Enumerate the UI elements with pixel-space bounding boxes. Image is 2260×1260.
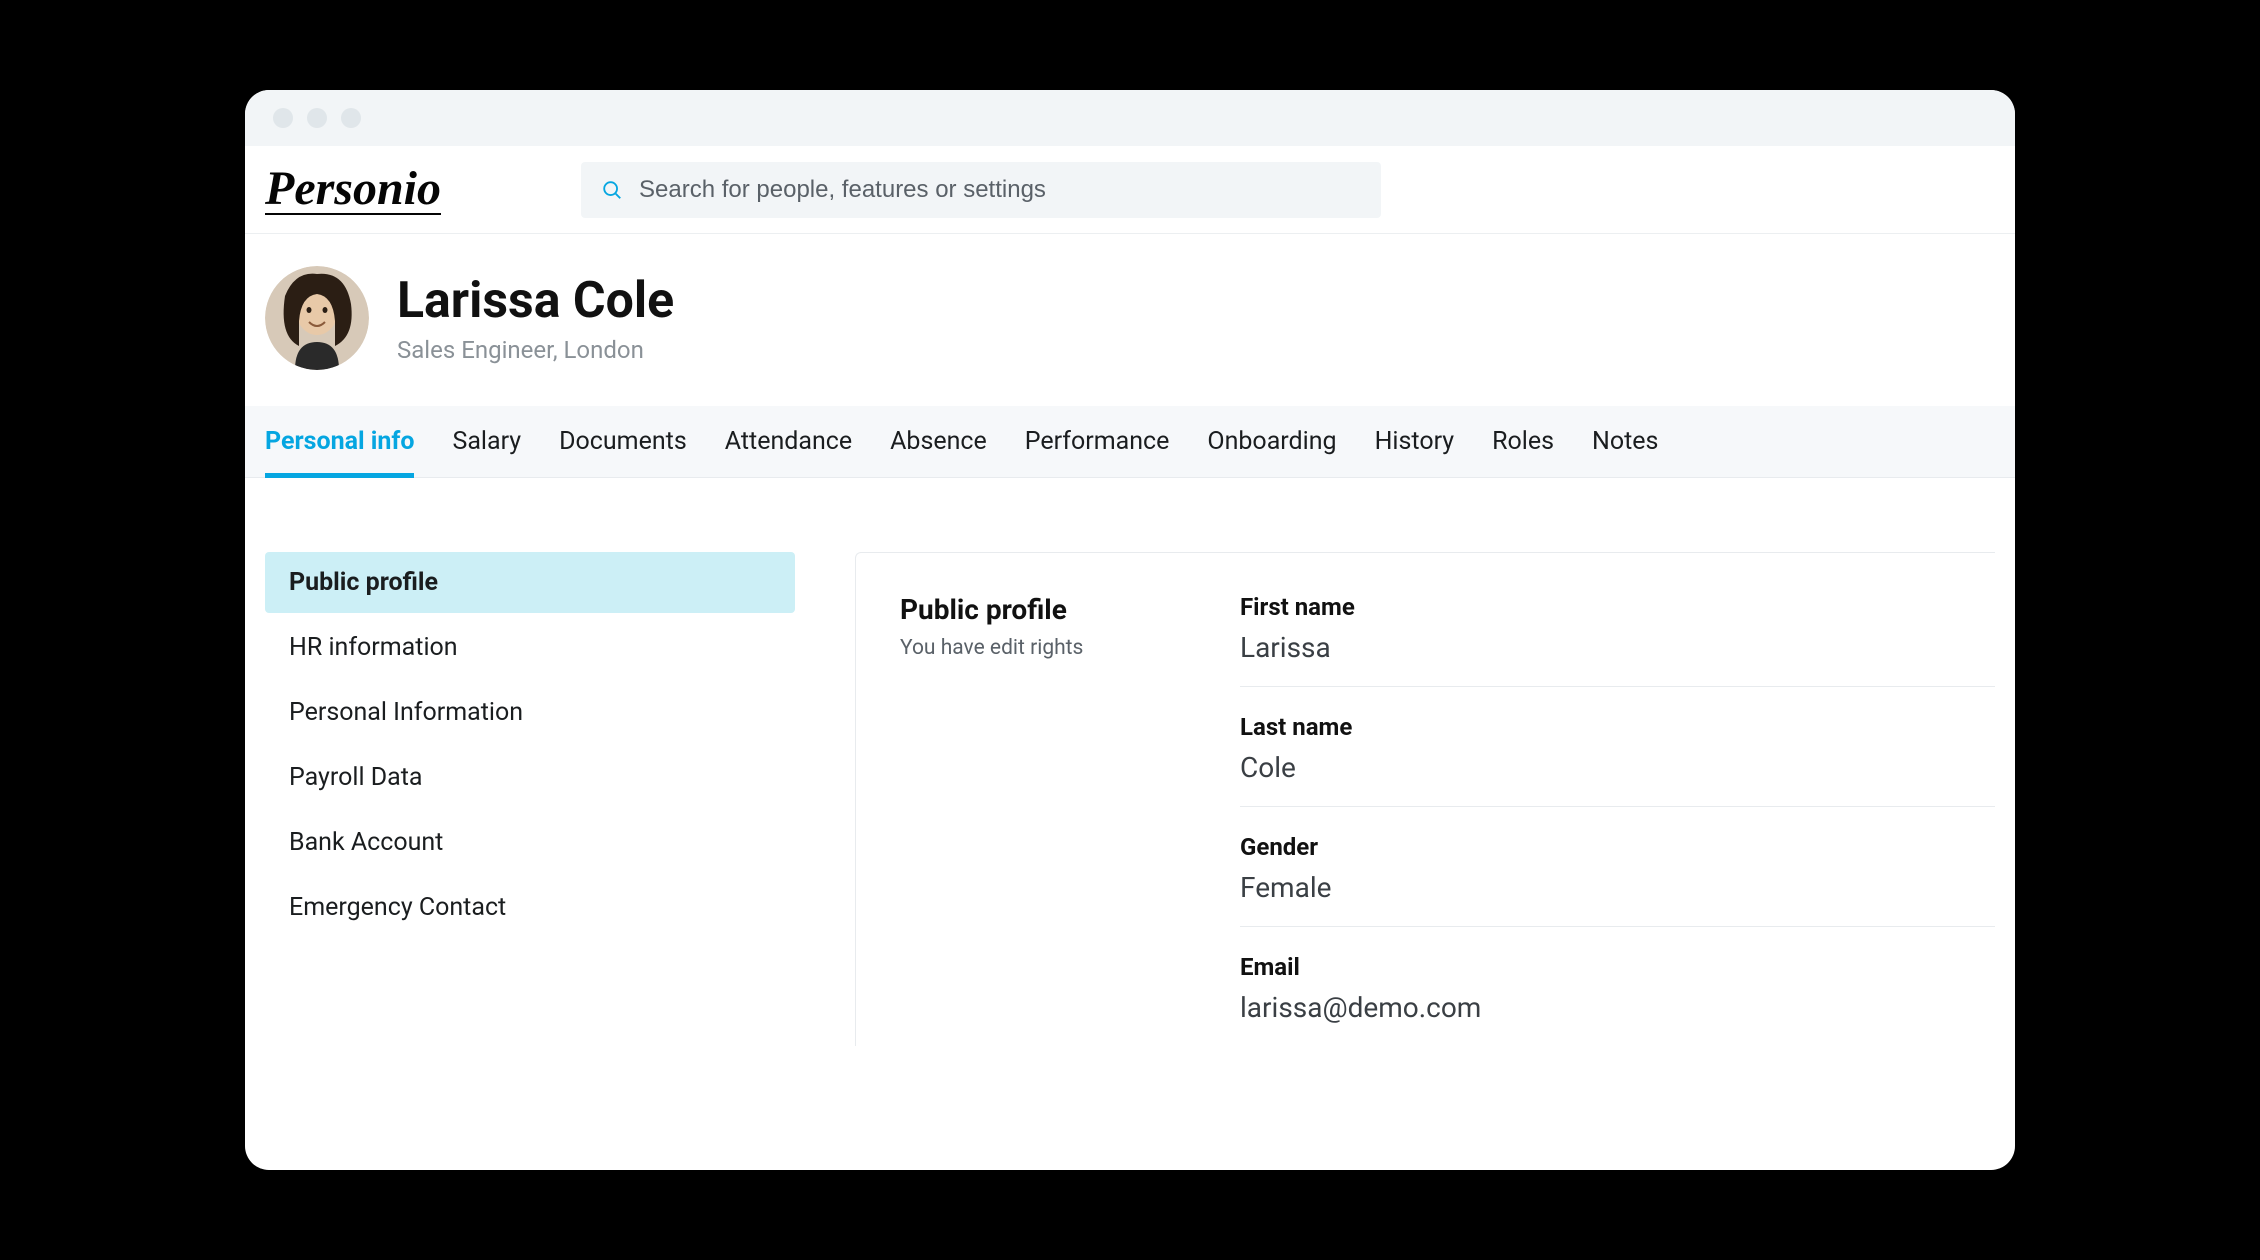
panel-heading: Public profile You have edit rights: [900, 593, 1160, 1046]
tab-roles[interactable]: Roles: [1492, 406, 1554, 477]
topbar: Personio: [245, 146, 2015, 234]
detail-panel: Public profile You have edit rights Firs…: [855, 552, 1995, 1046]
tab-performance[interactable]: Performance: [1025, 406, 1170, 477]
content: Public profile HR information Personal I…: [245, 478, 2015, 1046]
sidenav-item-bank-account[interactable]: Bank Account: [265, 812, 795, 873]
field-label: First name: [1240, 593, 1995, 621]
tab-label: Salary: [452, 427, 521, 456]
sidenav-label: HR information: [289, 633, 458, 662]
tabs: Personal info Salary Documents Attendanc…: [245, 406, 2015, 478]
field-label: Email: [1240, 953, 1995, 981]
tab-notes[interactable]: Notes: [1592, 406, 1658, 477]
panel-subtitle: You have edit rights: [900, 636, 1160, 660]
profile-header: Larissa Cole Sales Engineer, London: [245, 234, 2015, 406]
avatar: [265, 266, 369, 370]
fields: First name Larissa Last name Cole Gender…: [1240, 593, 1995, 1046]
profile-text: Larissa Cole Sales Engineer, London: [397, 272, 674, 364]
search-input[interactable]: [639, 176, 1361, 204]
tab-onboarding[interactable]: Onboarding: [1207, 406, 1336, 477]
panel-title: Public profile: [900, 593, 1160, 626]
window-dot: [307, 108, 327, 128]
sidenav-label: Public profile: [289, 568, 438, 597]
tab-label: Absence: [890, 427, 987, 456]
window-dot: [273, 108, 293, 128]
app-window: Personio: [245, 90, 2015, 1170]
tab-attendance[interactable]: Attendance: [725, 406, 852, 477]
tab-absence[interactable]: Absence: [890, 406, 987, 477]
tab-label: Attendance: [725, 427, 852, 456]
profile-name: Larissa Cole: [397, 272, 674, 330]
sidenav-item-emergency-contact[interactable]: Emergency Contact: [265, 877, 795, 938]
search-icon: [601, 179, 623, 201]
window-dot: [341, 108, 361, 128]
sidenav-label: Personal Information: [289, 698, 523, 727]
field-value: Cole: [1240, 751, 1995, 784]
tab-label: Roles: [1492, 427, 1554, 456]
tab-documents[interactable]: Documents: [559, 406, 687, 477]
field-gender[interactable]: Gender Female: [1240, 833, 1995, 927]
field-value: larissa@demo.com: [1240, 991, 1995, 1024]
sidenav-item-public-profile[interactable]: Public profile: [265, 552, 795, 613]
sidenav-label: Payroll Data: [289, 763, 423, 792]
tab-salary[interactable]: Salary: [452, 406, 521, 477]
sidenav-label: Emergency Contact: [289, 893, 506, 922]
sidenav: Public profile HR information Personal I…: [265, 552, 795, 1046]
tab-label: Performance: [1025, 427, 1170, 456]
sidenav-item-personal-information[interactable]: Personal Information: [265, 682, 795, 743]
browser-chrome: [245, 90, 2015, 146]
tab-label: Personal info: [265, 427, 414, 456]
field-label: Gender: [1240, 833, 1995, 861]
tab-history[interactable]: History: [1375, 406, 1455, 477]
tab-label: Notes: [1592, 427, 1658, 456]
brand-logo: Personio: [265, 165, 441, 215]
field-last-name[interactable]: Last name Cole: [1240, 713, 1995, 807]
field-value: Larissa: [1240, 631, 1995, 664]
tab-personal-info[interactable]: Personal info: [265, 406, 414, 477]
profile-subtitle: Sales Engineer, London: [397, 336, 674, 364]
tab-label: Onboarding: [1207, 427, 1336, 456]
tab-label: Documents: [559, 427, 687, 456]
field-value: Female: [1240, 871, 1995, 904]
sidenav-item-hr-information[interactable]: HR information: [265, 617, 795, 678]
field-first-name[interactable]: First name Larissa: [1240, 593, 1995, 687]
sidenav-label: Bank Account: [289, 828, 443, 857]
field-email[interactable]: Email larissa@demo.com: [1240, 953, 1995, 1046]
search-field[interactable]: [581, 162, 1381, 218]
sidenav-item-payroll-data[interactable]: Payroll Data: [265, 747, 795, 808]
field-label: Last name: [1240, 713, 1995, 741]
tab-label: History: [1375, 427, 1455, 456]
